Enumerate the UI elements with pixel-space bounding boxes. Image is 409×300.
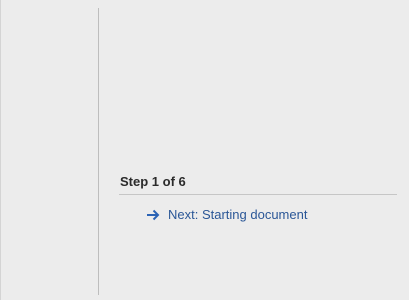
next-step-link[interactable]: Next: Starting document [146, 207, 307, 222]
mail-merge-pane: Step 1 of 6 Next: Starting document [0, 0, 409, 300]
right-arrow-icon [146, 208, 160, 222]
step-separator [119, 194, 397, 195]
pane-divider [98, 8, 99, 295]
step-indicator: Step 1 of 6 [120, 174, 186, 189]
next-step-label: Next: Starting document [168, 207, 308, 222]
